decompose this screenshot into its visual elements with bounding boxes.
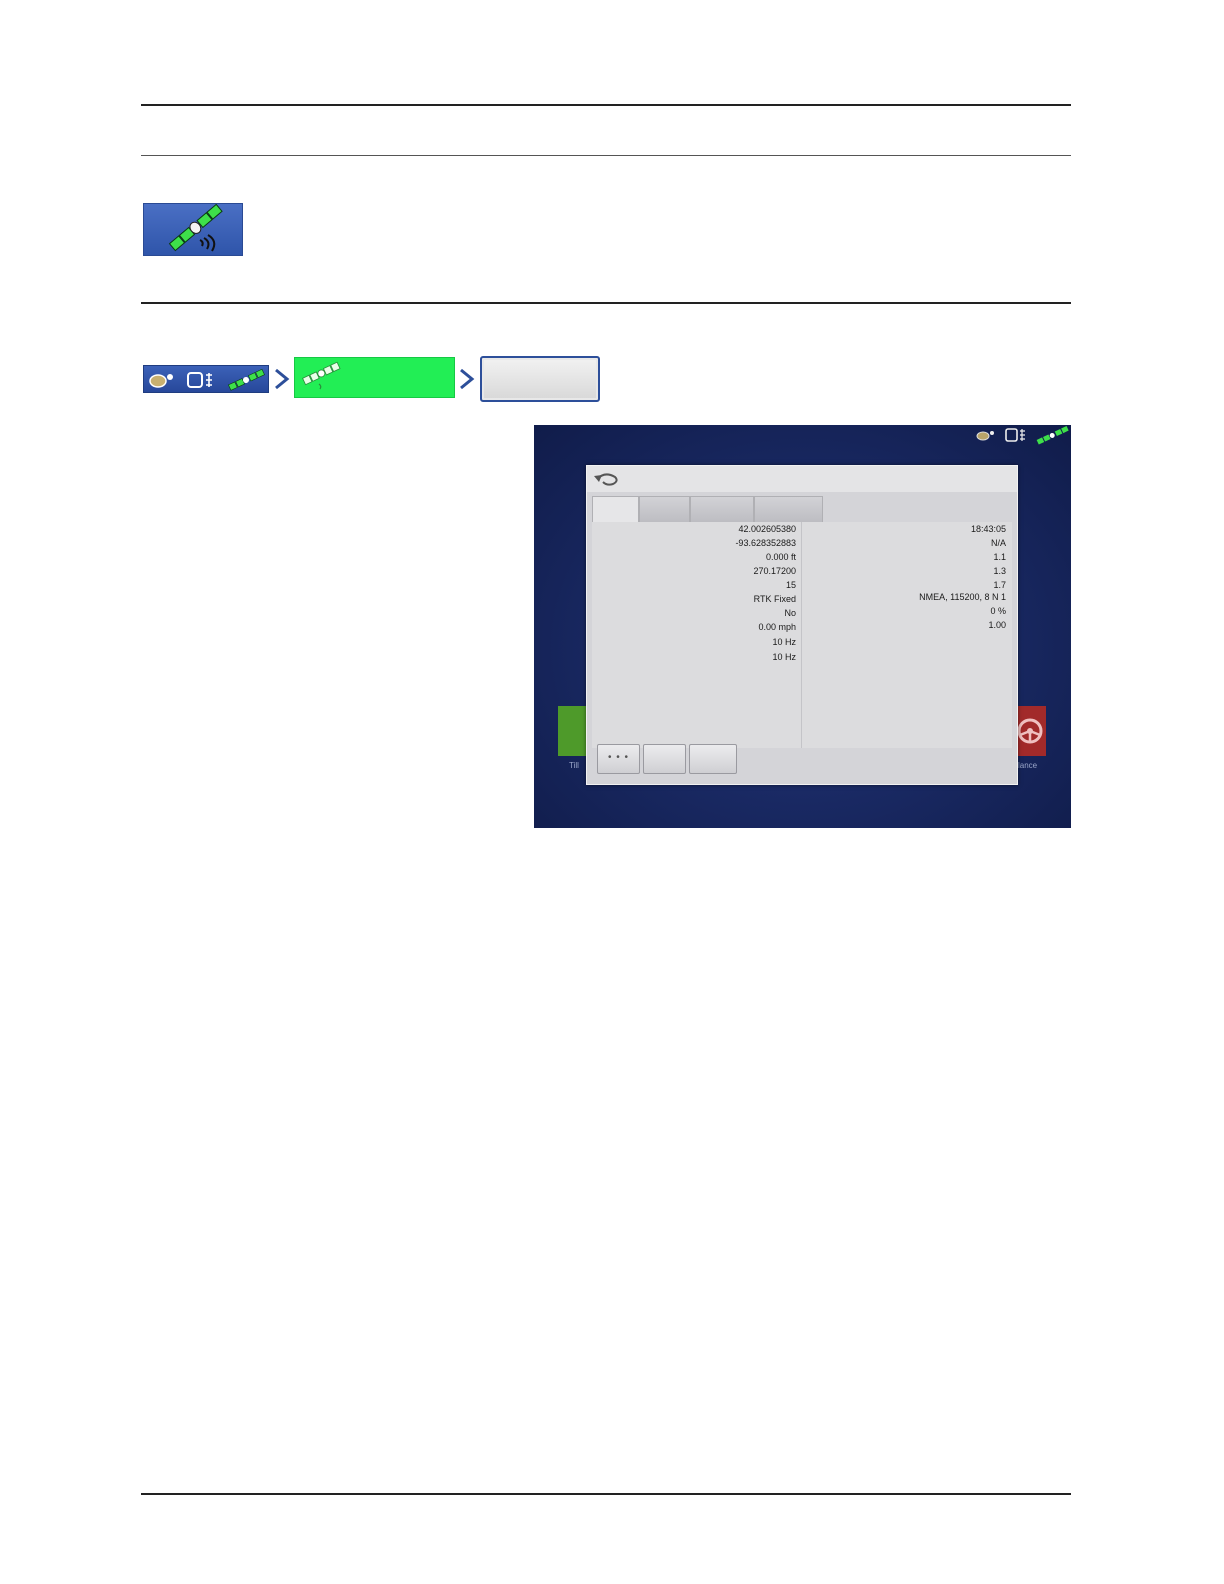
- device-icon: [206, 373, 212, 387]
- gps-value: 10 Hz: [772, 652, 796, 662]
- gps-value: NMEA, 115200, 8 N 1: [919, 592, 1006, 602]
- footer-rule: [141, 1493, 1071, 1495]
- gps-icon: [1036, 426, 1069, 445]
- more-button[interactable]: • • •: [597, 744, 640, 774]
- gps-button[interactable]: [294, 357, 455, 398]
- gps-value: 0 %: [990, 606, 1006, 616]
- gps-value: 1.3: [993, 566, 1006, 576]
- dialog-header: [587, 466, 1017, 492]
- gps-info-button[interactable]: [480, 356, 600, 402]
- light-icon: [990, 431, 994, 435]
- toolbar-icons[interactable]: [143, 365, 269, 393]
- tab-1[interactable]: [592, 496, 639, 523]
- guidance-tile-label: lance: [1018, 761, 1038, 770]
- gps-value: 10 Hz: [772, 637, 796, 647]
- device-icon: [1020, 429, 1025, 441]
- gps-value: 0.000 ft: [765, 552, 796, 562]
- gps-value: 1.00: [988, 620, 1006, 630]
- header-bottom-rule: [141, 155, 1071, 156]
- gps-value: -93.628352883: [735, 538, 796, 548]
- section-rule: [141, 302, 1071, 304]
- chevron-right-icon: [460, 368, 475, 390]
- gps-value: No: [784, 608, 796, 618]
- more-dots: • • •: [607, 752, 630, 763]
- header-top-rule: [141, 104, 1071, 106]
- gps-value: N/A: [990, 538, 1006, 548]
- gps-icon: [228, 368, 265, 391]
- gps-value: 1.7: [993, 580, 1006, 590]
- gps-value: 15: [785, 580, 796, 590]
- tillage-tile-label: Till: [569, 761, 579, 770]
- tab-2[interactable]: [639, 496, 690, 522]
- steering-wheel-icon: [1017, 718, 1043, 744]
- gps-value: 42.002605380: [738, 524, 796, 534]
- gps-value: 18:43:05: [970, 524, 1006, 534]
- gps-satellite-icon: [302, 361, 341, 390]
- gps-info-panel: 42.002605380 -93.628352883 0.000 ft 270.…: [592, 522, 1012, 748]
- gps-value: 0.00 mph: [758, 622, 796, 632]
- light-icon: [167, 374, 173, 380]
- status-icons: [976, 426, 1069, 445]
- dialog-button-3[interactable]: [689, 744, 737, 774]
- product-icon: [149, 374, 167, 388]
- tab-3[interactable]: [690, 496, 754, 522]
- gps-info-dialog: 42.002605380 -93.628352883 0.000 ft 270.…: [586, 465, 1018, 785]
- product-icon: [976, 431, 990, 441]
- tab-4[interactable]: [754, 496, 823, 522]
- chevron-right-icon: [275, 368, 290, 390]
- back-icon[interactable]: [591, 469, 621, 489]
- gps-value: 270.17200: [753, 566, 796, 576]
- gps-satellite-icon: [143, 203, 243, 256]
- gps-value: RTK Fixed: [753, 594, 796, 604]
- gps-value: 1.1: [993, 552, 1006, 562]
- device-screenshot: Till lance 42.002605380 -93.628352883 0.…: [534, 425, 1071, 828]
- display-icon: [1005, 428, 1018, 442]
- tillage-tile[interactable]: [558, 706, 588, 756]
- display-icon: [187, 372, 203, 388]
- guidance-tile[interactable]: [1014, 706, 1046, 756]
- column-divider: [801, 522, 802, 748]
- dialog-tabs: [592, 496, 1012, 523]
- dialog-button-2[interactable]: [643, 744, 686, 774]
